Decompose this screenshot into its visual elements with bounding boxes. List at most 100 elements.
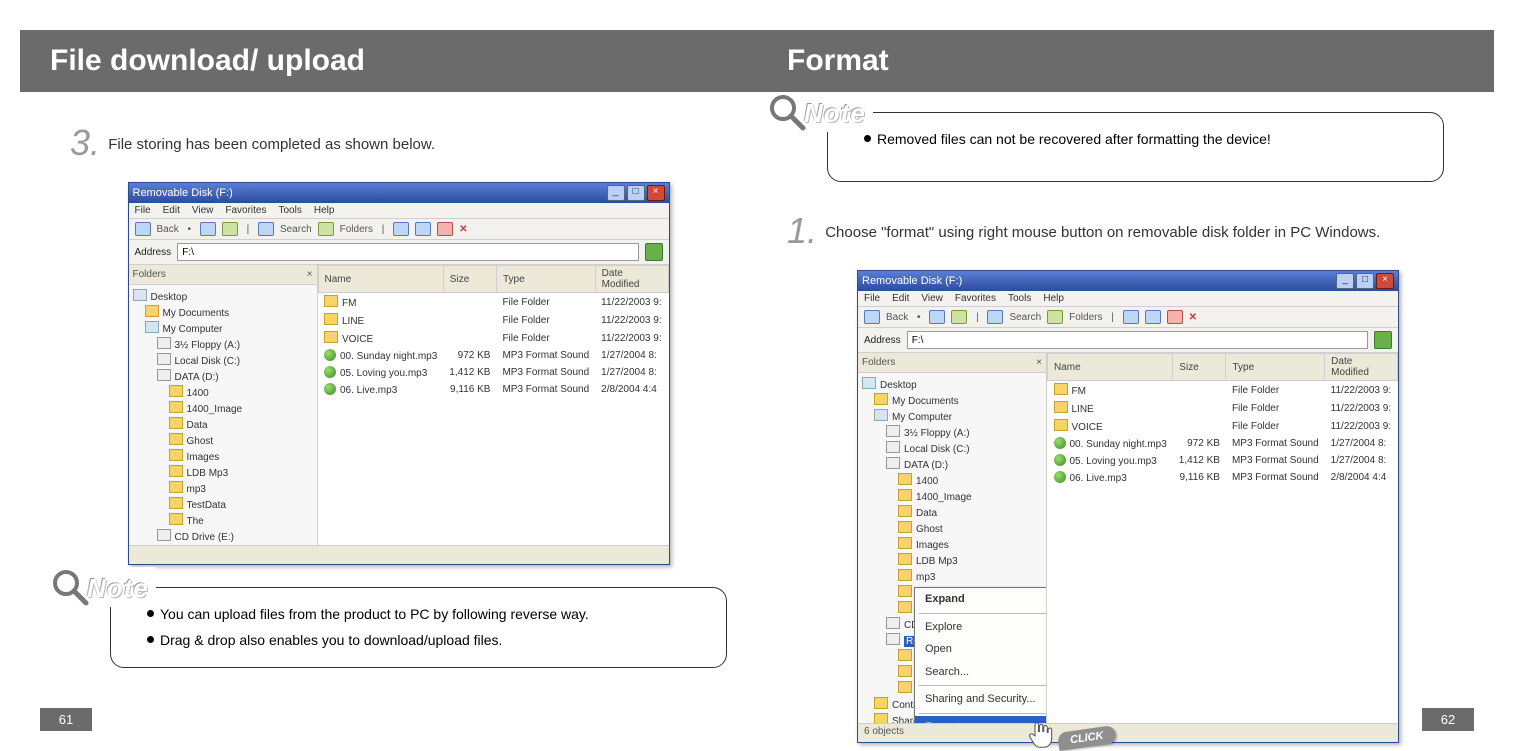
search-icon[interactable] bbox=[258, 222, 274, 236]
menu-item[interactable]: Edit bbox=[163, 205, 180, 216]
tree-item[interactable]: DATA (D:) bbox=[862, 457, 1042, 473]
tree-item[interactable]: Desktop bbox=[133, 289, 313, 305]
address-bar[interactable]: Address bbox=[129, 240, 669, 265]
go-button[interactable] bbox=[1374, 331, 1392, 349]
tree-item[interactable]: Local Disk (C:) bbox=[133, 353, 313, 369]
toolbar[interactable]: Back • | Search Folders | ✕ bbox=[858, 307, 1398, 328]
file-list[interactable]: NameSizeTypeDate Modified FMFile Folder1… bbox=[1047, 353, 1398, 723]
tree-item[interactable]: 1400 bbox=[133, 385, 313, 401]
paste-icon[interactable] bbox=[1167, 310, 1183, 324]
copy-icon[interactable] bbox=[415, 222, 431, 236]
column-header[interactable]: Date Modified bbox=[1325, 354, 1398, 381]
table-row[interactable]: FMFile Folder11/22/2003 9: bbox=[318, 293, 668, 312]
column-header[interactable]: Name bbox=[318, 266, 443, 293]
tree-item[interactable]: The bbox=[133, 513, 313, 529]
tree-item[interactable]: My Computer bbox=[862, 409, 1042, 425]
back-icon[interactable] bbox=[135, 222, 151, 236]
tree-item[interactable]: My Documents bbox=[133, 305, 313, 321]
up-icon[interactable] bbox=[951, 310, 967, 324]
tree-item[interactable]: CD Drive (E:) bbox=[133, 529, 313, 545]
tree-item[interactable]: My Documents bbox=[862, 393, 1042, 409]
toolbar[interactable]: Back • | Search Folders | ✕ bbox=[129, 219, 669, 240]
paste-icon[interactable] bbox=[437, 222, 453, 236]
tree-item[interactable]: Local Disk (C:) bbox=[862, 441, 1042, 457]
menu-item[interactable]: View bbox=[921, 293, 943, 304]
delete-icon[interactable]: ✕ bbox=[459, 224, 467, 235]
context-menu-item[interactable]: Search... bbox=[915, 661, 1047, 684]
menu-item[interactable]: Tools bbox=[1008, 293, 1031, 304]
file-list[interactable]: NameSizeTypeDate Modified FMFile Folder1… bbox=[318, 265, 669, 545]
copy-icon[interactable] bbox=[1145, 310, 1161, 324]
table-row[interactable]: VOICEFile Folder11/22/2003 9: bbox=[318, 329, 668, 347]
table-row[interactable]: 05. Loving you.mp31,412 KBMP3 Format Sou… bbox=[1048, 452, 1398, 469]
column-header[interactable]: Size bbox=[1173, 354, 1226, 381]
table-row[interactable]: FMFile Folder11/22/2003 9: bbox=[1048, 381, 1398, 400]
context-menu-item[interactable]: Explore bbox=[915, 616, 1047, 639]
tree-item[interactable]: Data bbox=[133, 417, 313, 433]
up-icon[interactable] bbox=[222, 222, 238, 236]
tree-item[interactable]: Ghost bbox=[133, 433, 313, 449]
window-titlebar[interactable]: Removable Disk (F:) _ □ × bbox=[858, 271, 1398, 291]
tree-item[interactable]: Ghost bbox=[862, 521, 1042, 537]
table-row[interactable]: 05. Loving you.mp31,412 KBMP3 Format Sou… bbox=[318, 364, 668, 381]
menu-bar[interactable]: FileEditViewFavoritesToolsHelp bbox=[858, 291, 1398, 307]
tree-item[interactable]: 1400_Image bbox=[862, 489, 1042, 505]
search-icon[interactable] bbox=[987, 310, 1003, 324]
maximize-button[interactable]: □ bbox=[1356, 273, 1374, 289]
tree-item[interactable]: TestData bbox=[133, 497, 313, 513]
folder-tree[interactable]: Folders× DesktopMy DocumentsMy Computer3… bbox=[129, 265, 318, 545]
tree-item[interactable]: mp3 bbox=[133, 481, 313, 497]
minimize-button[interactable]: _ bbox=[1336, 273, 1354, 289]
window-titlebar[interactable]: Removable Disk (F:) _ □ × bbox=[129, 183, 669, 203]
context-menu-item[interactable]: Open bbox=[915, 638, 1047, 661]
address-bar[interactable]: Address bbox=[858, 328, 1398, 353]
menu-item[interactable]: Help bbox=[314, 205, 335, 216]
close-button[interactable]: × bbox=[647, 185, 665, 201]
folder-tree[interactable]: Folders× DesktopMy DocumentsMy Computer3… bbox=[858, 353, 1047, 723]
menu-item[interactable]: File bbox=[864, 293, 880, 304]
tree-item[interactable]: Images bbox=[133, 449, 313, 465]
context-menu[interactable]: Expand ExploreOpenSearch... Sharing and Se… bbox=[914, 587, 1047, 723]
folders-icon[interactable] bbox=[318, 222, 334, 236]
table-row[interactable]: LINEFile Folder11/22/2003 9: bbox=[318, 311, 668, 329]
menu-item[interactable]: Tools bbox=[278, 205, 301, 216]
tree-item[interactable]: 1400 bbox=[862, 473, 1042, 489]
tree-item[interactable]: DATA (D:) bbox=[133, 369, 313, 385]
context-menu-item[interactable]: Sharing and Security... bbox=[915, 688, 1047, 711]
menu-item[interactable]: File bbox=[135, 205, 151, 216]
address-input[interactable] bbox=[177, 243, 638, 261]
menu-item[interactable]: Favorites bbox=[955, 293, 996, 304]
table-row[interactable]: 00. Sunday night.mp3972 KBMP3 Format Sou… bbox=[318, 347, 668, 364]
column-header[interactable]: Type bbox=[496, 266, 595, 293]
table-row[interactable]: 00. Sunday night.mp3972 KBMP3 Format Sou… bbox=[1048, 435, 1398, 452]
minimize-button[interactable]: _ bbox=[607, 185, 625, 201]
folders-icon[interactable] bbox=[1047, 310, 1063, 324]
table-row[interactable]: LINEFile Folder11/22/2003 9: bbox=[1048, 399, 1398, 417]
go-button[interactable] bbox=[645, 243, 663, 261]
menu-item[interactable]: View bbox=[192, 205, 214, 216]
tree-item[interactable]: LDB Mp3 bbox=[862, 553, 1042, 569]
tree-item[interactable]: mp3 bbox=[862, 569, 1042, 585]
tree-item[interactable]: 1400_Image bbox=[133, 401, 313, 417]
tree-item[interactable]: Data bbox=[862, 505, 1042, 521]
close-button[interactable]: × bbox=[1376, 273, 1394, 289]
column-header[interactable]: Date Modified bbox=[595, 266, 668, 293]
column-header[interactable]: Type bbox=[1226, 354, 1325, 381]
table-row[interactable]: VOICEFile Folder11/22/2003 9: bbox=[1048, 417, 1398, 435]
tree-close-icon[interactable]: × bbox=[1036, 355, 1042, 370]
address-input[interactable] bbox=[907, 331, 1368, 349]
tree-close-icon[interactable]: × bbox=[307, 267, 313, 282]
tree-item[interactable]: Images bbox=[862, 537, 1042, 553]
menu-item[interactable]: Favorites bbox=[225, 205, 266, 216]
forward-icon[interactable] bbox=[929, 310, 945, 324]
forward-icon[interactable] bbox=[200, 222, 216, 236]
menu-bar[interactable]: File Edit View Favorites Tools Help bbox=[129, 203, 669, 219]
tree-item[interactable]: 3½ Floppy (A:) bbox=[133, 337, 313, 353]
tree-item[interactable]: My Computer bbox=[133, 321, 313, 337]
tree-item[interactable]: 3½ Floppy (A:) bbox=[862, 425, 1042, 441]
table-row[interactable]: 06. Live.mp39,116 KBMP3 Format Sound2/8/… bbox=[318, 381, 668, 398]
context-menu-item[interactable]: Expand bbox=[915, 588, 1047, 611]
move-icon[interactable] bbox=[393, 222, 409, 236]
delete-icon[interactable]: ✕ bbox=[1189, 312, 1197, 323]
table-row[interactable]: 06. Live.mp39,116 KBMP3 Format Sound2/8/… bbox=[1048, 469, 1398, 486]
